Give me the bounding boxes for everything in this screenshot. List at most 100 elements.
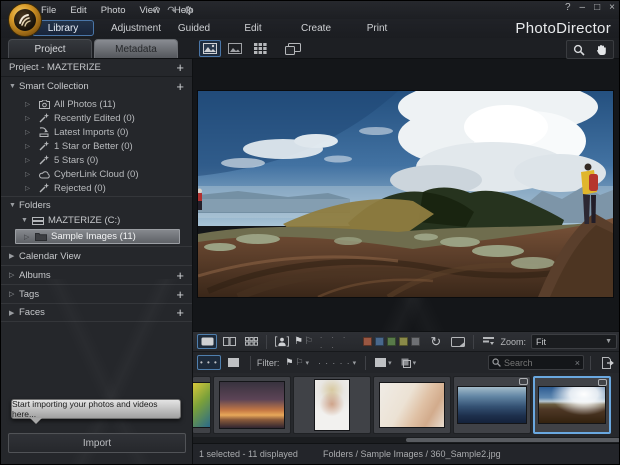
list-view-button[interactable] — [224, 355, 244, 370]
tab-adjustment[interactable]: Adjustment — [101, 20, 171, 36]
color-label-blue[interactable] — [375, 337, 384, 346]
multi-view-button[interactable] — [241, 334, 261, 349]
maximize-icon[interactable]: □ — [594, 2, 600, 13]
thumbnail-cell[interactable] — [213, 376, 291, 434]
grid-view-button[interactable] — [249, 40, 271, 57]
tab-create[interactable]: Create — [293, 20, 339, 36]
color-label-red[interactable] — [363, 337, 372, 346]
color-label-gray[interactable] — [411, 337, 420, 346]
slideshow-button[interactable] — [448, 334, 468, 349]
thumbnail-cell-selected[interactable] — [533, 376, 611, 434]
expand-icon[interactable]: ▷ — [24, 233, 34, 241]
two-up-view-button[interactable] — [219, 334, 239, 349]
minimize-icon[interactable]: – — [580, 2, 586, 13]
import-button[interactable]: Import — [8, 433, 186, 453]
thumbnail-cell[interactable] — [293, 376, 371, 434]
expand-icon[interactable]: ▶ — [9, 309, 19, 317]
expand-icon[interactable]: ▶ — [9, 252, 19, 260]
tree-item-rejected[interactable]: ▷ Rejected (0) — [1, 181, 192, 195]
add-project-button[interactable]: + — [176, 60, 184, 75]
expand-icon[interactable]: ▷ — [25, 114, 37, 122]
folders-header[interactable]: ▼ Folders — [1, 196, 192, 213]
drive-icon — [31, 217, 45, 225]
add-tag-button[interactable]: + — [176, 287, 184, 302]
color-filter-dropdown[interactable]: · · · · · ▾ — [315, 355, 359, 370]
photodirector-logo — [8, 3, 42, 37]
zoom-dropdown[interactable]: Fit ▼ — [531, 334, 617, 349]
panorama-photo[interactable] — [198, 91, 613, 297]
menu-edit[interactable]: Edit — [70, 5, 86, 16]
magic-wand-icon — [37, 141, 51, 151]
flag-pick-icon[interactable]: ⚑ — [294, 336, 303, 347]
add-album-button[interactable]: + — [176, 268, 184, 283]
add-smart-collection-button[interactable]: + — [176, 79, 184, 94]
thumbnail-preview-view-button[interactable] — [199, 40, 221, 57]
filmstrip-view-button[interactable]: • • • — [197, 355, 221, 370]
tab-project[interactable]: Project — [8, 39, 92, 58]
face-tag-button[interactable] — [272, 334, 292, 349]
tree-item-latest-imports[interactable]: ▷ Latest Imports (0) — [1, 125, 192, 139]
collapse-icon[interactable]: ▼ — [9, 202, 19, 209]
tree-item-cyberlink-cloud[interactable]: ▷ CyberLink Cloud (0) — [1, 167, 192, 181]
section-calendar-view[interactable]: ▶ Calendar View — [1, 246, 192, 265]
close-icon[interactable]: × — [609, 2, 615, 13]
export-button[interactable] — [597, 355, 617, 370]
zoom-tool-icon[interactable] — [568, 41, 589, 58]
flag-reject-icon[interactable]: ⚐ — [304, 336, 313, 347]
stack-dropdown[interactable]: ▾ — [398, 355, 420, 370]
undo-icon[interactable]: ↶ — [151, 4, 160, 17]
expand-icon[interactable]: ▷ — [9, 290, 19, 298]
search-input[interactable] — [504, 358, 572, 368]
sort-dropdown[interactable]: ▾ — [372, 355, 395, 370]
add-faces-button[interactable]: + — [176, 305, 184, 320]
section-albums[interactable]: ▷ Albums + — [1, 265, 192, 284]
filter-label: Filter: — [257, 358, 280, 368]
collapse-icon[interactable]: ▼ — [9, 83, 19, 90]
tree-item-all-photos[interactable]: ▷ All Photos (11) — [1, 97, 192, 111]
folder-drive-row[interactable]: ▼ MAZTERIZE (C:) — [1, 213, 192, 228]
single-view-button[interactable] — [224, 40, 246, 57]
expand-icon[interactable]: ▷ — [25, 156, 37, 164]
one-up-view-button[interactable] — [197, 334, 217, 349]
folder-sample-images-selected[interactable]: ▷ Sample Images (11) — [15, 229, 180, 244]
expand-icon[interactable]: ▷ — [9, 271, 19, 279]
tab-guided[interactable]: Guided — [169, 20, 219, 36]
rotate-left-button[interactable]: ↻ — [426, 334, 446, 349]
expand-icon[interactable]: ▷ — [25, 128, 37, 136]
expand-icon[interactable]: ▷ — [25, 184, 37, 192]
expand-icon[interactable]: ▷ — [25, 142, 37, 150]
dual-display-button[interactable] — [282, 40, 304, 57]
flag-buttons[interactable]: ⚑ ⚐ — [294, 334, 314, 349]
settings-gear-icon[interactable]: ⚙ — [183, 4, 193, 17]
flag-filter-dropdown[interactable]: ⚑⚐ ▾ — [282, 355, 312, 370]
collapse-icon[interactable]: ▼ — [21, 217, 31, 224]
tree-item-5-stars[interactable]: ▷ 5 Stars (0) — [1, 153, 192, 167]
expand-icon[interactable]: ▷ — [25, 170, 37, 178]
menu-photo[interactable]: Photo — [101, 5, 126, 16]
pan-tool-icon[interactable] — [591, 41, 612, 58]
tab-metadata[interactable]: Metadata — [94, 39, 178, 58]
scrollbar-thumb[interactable] — [406, 438, 620, 442]
thumbnail-cell[interactable] — [193, 376, 211, 434]
color-label-green[interactable] — [387, 337, 396, 346]
tree-item-1-star-or-better[interactable]: ▷ 1 Star or Better (0) — [1, 139, 192, 153]
tree-item-recently-edited[interactable]: ▷ Recently Edited (0) — [1, 111, 192, 125]
flag-pick-icon: ⚑ — [285, 357, 293, 368]
smart-collection-header[interactable]: ▼ Smart Collection + — [1, 77, 192, 95]
tab-print[interactable]: Print — [357, 20, 397, 36]
section-faces[interactable]: ▶ Faces + — [1, 303, 192, 322]
thumbnail-cell[interactable] — [373, 376, 451, 434]
redo-icon[interactable]: ↷ — [167, 4, 176, 17]
search-box[interactable]: × — [488, 355, 584, 370]
color-label-yellow[interactable] — [399, 337, 408, 346]
thumbnail-options-menu[interactable] — [478, 334, 498, 349]
star-rating-dots[interactable]: · · · · · — [320, 332, 353, 352]
clear-search-icon[interactable]: × — [575, 358, 580, 368]
main-area: ⚑ ⚐ · · · · · ↻ Zoom: Fit ▼ — [193, 59, 620, 465]
thumbnail-cell[interactable] — [453, 376, 531, 434]
expand-icon[interactable]: ▷ — [25, 100, 37, 108]
help-icon[interactable]: ? — [565, 2, 571, 13]
section-tags[interactable]: ▷ Tags + — [1, 284, 192, 303]
menu-file[interactable]: File — [41, 5, 56, 16]
tab-edit[interactable]: Edit — [233, 20, 273, 36]
